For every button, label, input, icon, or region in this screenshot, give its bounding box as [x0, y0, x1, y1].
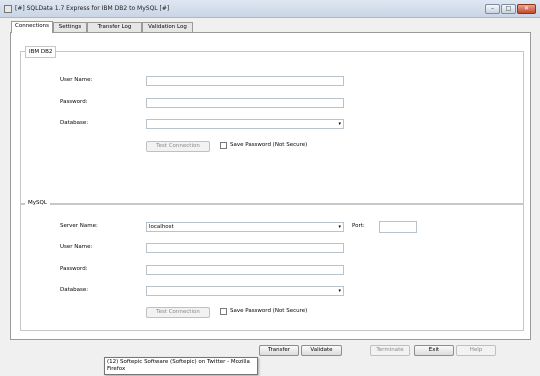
taskbar-tooltip: (12) Softepic Software (Softepic) on Twi… — [104, 357, 258, 375]
mysql-group: MySQL Server Name: localhost ▾ Port: Use… — [20, 199, 524, 331]
chevron-down-icon: ▾ — [338, 224, 341, 230]
db2-password-label: Password: — [60, 99, 88, 105]
db2-database-label: Database: — [60, 120, 89, 126]
mysql-password-field[interactable] — [146, 265, 344, 275]
help-button[interactable]: Help — [456, 345, 496, 356]
mysql-group-legend: MySQL — [25, 199, 50, 207]
mysql-port-field[interactable] — [379, 221, 417, 233]
app-window: [#] SQLData 1.7 Express for IBM DB2 to M… — [0, 0, 540, 376]
mysql-save-password-checkbox[interactable] — [220, 308, 227, 315]
title-bar[interactable]: [#] SQLData 1.7 Express for IBM DB2 to M… — [0, 0, 540, 18]
mysql-database-label: Database: — [60, 287, 89, 293]
mysql-server-name-label: Server Name: — [60, 223, 98, 229]
db2-test-connection-button[interactable]: Test Connection — [146, 141, 210, 152]
close-button[interactable]: ✕ — [517, 4, 536, 14]
chevron-down-icon: ▾ — [338, 121, 341, 127]
mysql-server-name-value: localhost — [149, 224, 174, 230]
mysql-database-select[interactable]: ▾ — [146, 286, 344, 296]
tab-settings[interactable]: Settings — [53, 22, 87, 32]
mysql-server-name-select[interactable]: localhost ▾ — [146, 222, 344, 232]
db2-save-password-label: Save Password (Not Secure) — [230, 142, 308, 148]
mysql-user-name-label: User Name: — [60, 244, 93, 250]
chevron-down-icon: ▾ — [338, 288, 341, 294]
tab-connections[interactable]: Connections — [11, 21, 53, 33]
window-title: [#] SQLData 1.7 Express for IBM DB2 to M… — [15, 5, 170, 12]
validate-button[interactable]: Validate — [301, 345, 342, 356]
maximize-button[interactable]: □ — [501, 4, 516, 14]
mysql-test-connection-button[interactable]: Test Connection — [146, 307, 210, 318]
terminate-button[interactable]: Terminate — [370, 345, 410, 356]
tab-validation-log[interactable]: Validation Log — [142, 22, 193, 32]
transfer-button[interactable]: Transfer — [259, 345, 299, 356]
app-icon — [4, 5, 12, 13]
db2-group: IBM DB2 User Name: Password: Database: ▾… — [20, 46, 524, 205]
db2-save-password-checkbox[interactable] — [220, 142, 227, 149]
exit-button[interactable]: Exit — [414, 345, 454, 356]
mysql-save-password-label: Save Password (Not Secure) — [230, 308, 308, 314]
mysql-password-label: Password: — [60, 266, 88, 272]
connections-panel: IBM DB2 User Name: Password: Database: ▾… — [10, 32, 531, 340]
db2-user-name-field[interactable] — [146, 76, 344, 86]
mysql-user-name-field[interactable] — [146, 243, 344, 253]
db2-group-legend: IBM DB2 — [25, 46, 57, 58]
db2-database-select[interactable]: ▾ — [146, 119, 344, 129]
db2-password-field[interactable] — [146, 98, 344, 108]
minimize-button[interactable]: – — [485, 4, 500, 14]
mysql-port-label: Port: — [352, 223, 365, 229]
db2-user-name-label: User Name: — [60, 77, 93, 83]
tab-transfer-log[interactable]: Transfer Log — [87, 22, 142, 32]
